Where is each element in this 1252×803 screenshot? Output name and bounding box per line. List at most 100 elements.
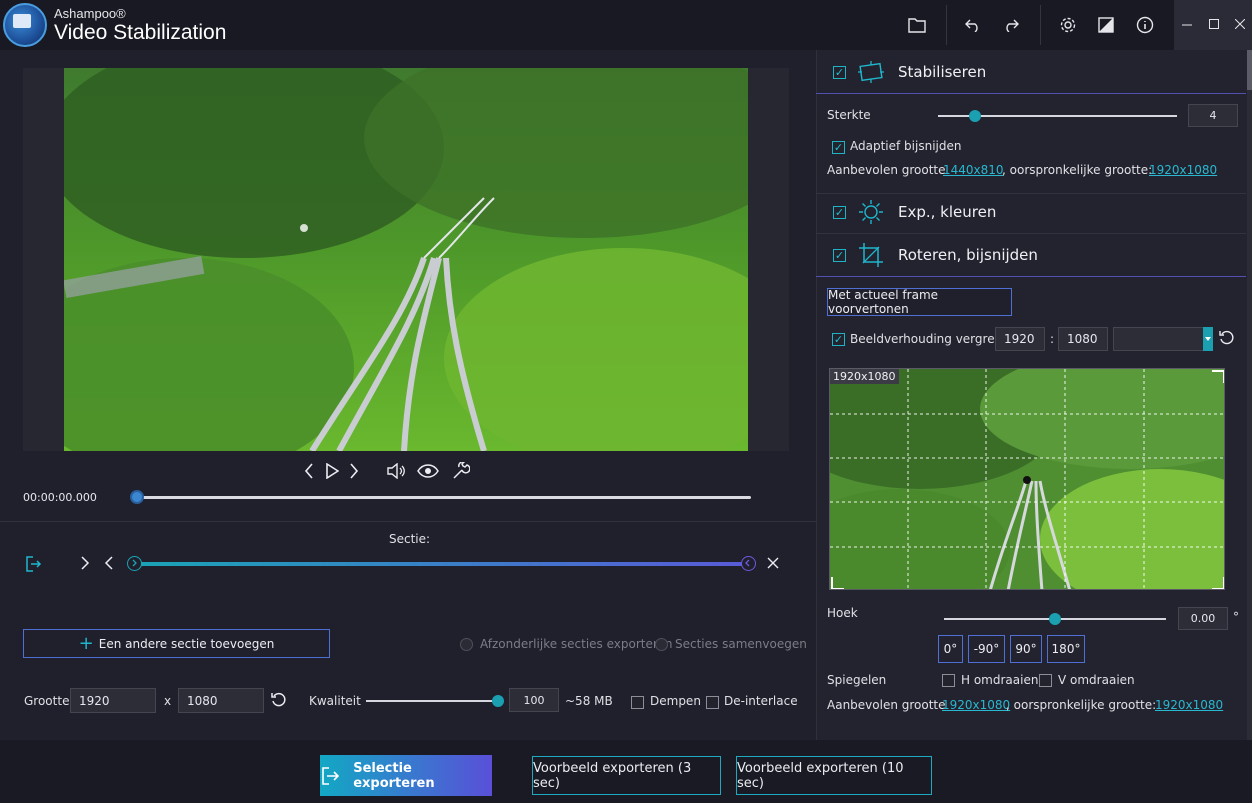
logo-frame-icon	[13, 14, 31, 28]
rotate-original-link[interactable]: 1920x1080	[1155, 698, 1223, 712]
angle-unit: °	[1233, 610, 1239, 624]
next-frame-button[interactable]	[342, 460, 366, 482]
section-divider	[816, 276, 1246, 277]
open-folder-button[interactable]	[902, 10, 932, 40]
crop-size-badge: 1920x1080	[830, 369, 899, 384]
rotate-90-button[interactable]: 90°	[1010, 635, 1042, 663]
stabilize-checkbox[interactable]: ✓	[833, 66, 846, 79]
adaptive-crop-checkbox[interactable]: ✓	[832, 141, 845, 154]
section-end-handle[interactable]	[741, 556, 756, 571]
tools-button[interactable]	[449, 460, 473, 482]
angle-slider-handle[interactable]	[1049, 613, 1061, 625]
width-input[interactable]: 1920	[70, 688, 156, 713]
panel-scrollbar[interactable]	[1247, 50, 1252, 740]
height-input[interactable]: 1080	[178, 688, 264, 713]
stabilize-title[interactable]: Stabiliseren	[898, 63, 986, 81]
divider	[0, 521, 816, 522]
section-label: Sectie:	[389, 532, 431, 546]
minimize-icon	[1182, 24, 1192, 26]
chevron-right-icon	[81, 556, 90, 570]
toolbar-separator	[1040, 5, 1041, 45]
export-section-icon	[26, 556, 42, 572]
aspect-width-input[interactable]: 1920	[995, 327, 1045, 351]
merge-sections-label: Secties samenvoegen	[675, 637, 807, 651]
reset-aspect-button[interactable]	[1218, 329, 1236, 347]
quality-slider[interactable]	[366, 700, 498, 702]
close-icon	[1235, 19, 1245, 29]
aspect-preset-select[interactable]	[1113, 327, 1213, 351]
deinterlace-checkbox[interactable]	[706, 696, 719, 709]
play-button[interactable]	[320, 460, 344, 482]
rotate-180-button[interactable]: 180°	[1047, 635, 1085, 663]
recommended-size-link[interactable]: 1440x810	[943, 163, 1004, 177]
original-size-link[interactable]: 1920x1080	[1149, 163, 1217, 177]
reset-icon	[271, 692, 286, 707]
exposure-title[interactable]: Exp., kleuren	[898, 203, 996, 221]
wrench-icon	[453, 462, 470, 479]
settings-button[interactable]	[1053, 10, 1083, 40]
preview-frame-button[interactable]: Met actueel frame voorvertonen	[827, 288, 1012, 316]
crop-preview[interactable]	[829, 368, 1225, 590]
info-button[interactable]	[1130, 10, 1160, 40]
undo-button[interactable]	[958, 10, 988, 40]
aspect-lock-checkbox[interactable]: ✓	[832, 333, 845, 346]
aspect-preset-dropdown[interactable]	[1203, 327, 1213, 351]
chevron-down-icon	[1205, 337, 1211, 341]
angle-label: Hoek	[827, 606, 858, 620]
strength-input[interactable]: 4	[1188, 104, 1238, 127]
app-title: Video Stabilization	[54, 21, 227, 44]
angle-input[interactable]: 0.00	[1178, 607, 1228, 630]
aspect-separator: :	[1050, 332, 1055, 346]
rotate-title[interactable]: Roteren, bijsnijden	[898, 246, 1038, 264]
plus-icon: +	[78, 632, 94, 654]
panel-scrollbar-thumb[interactable]	[1247, 50, 1252, 90]
rotate-0-button[interactable]: 0°	[938, 635, 963, 663]
prev-frame-button[interactable]	[297, 460, 321, 482]
app-window: Ashampoo® Video Stabilization 00:00:00.0…	[0, 0, 1252, 803]
preview-export-10sec-button[interactable]: Voorbeeld exporteren (10 sec)	[736, 756, 932, 795]
close-button[interactable]	[1230, 14, 1250, 34]
export-selection-button[interactable]: Selectie exporteren	[320, 755, 492, 796]
h-flip-checkbox[interactable]	[942, 674, 955, 687]
strength-label: Sterkte	[827, 108, 871, 122]
add-section-button[interactable]: + Een andere sectie toevoegen	[23, 629, 330, 658]
v-flip-checkbox[interactable]	[1039, 674, 1052, 687]
reset-icon	[1219, 330, 1234, 345]
rotate-checkbox[interactable]: ✓	[833, 249, 846, 262]
section-next-button[interactable]	[80, 555, 94, 573]
redo-icon	[1006, 19, 1019, 32]
remove-section-button[interactable]	[767, 557, 779, 569]
quality-input[interactable]: 100	[509, 688, 559, 712]
volume-button[interactable]	[384, 460, 408, 482]
add-section-label: Een andere sectie toevoegen	[98, 636, 275, 651]
seek-bar[interactable]	[133, 496, 751, 499]
quality-slider-handle[interactable]	[492, 695, 504, 707]
minimize-button[interactable]	[1177, 14, 1197, 34]
maximize-button[interactable]	[1204, 14, 1224, 34]
seek-handle[interactable]	[130, 490, 144, 504]
preview-toggle-button[interactable]	[416, 460, 440, 482]
theme-button[interactable]	[1091, 10, 1121, 40]
merge-sections-radio[interactable]	[655, 638, 668, 651]
mute-checkbox[interactable]	[631, 696, 644, 709]
chevron-right-icon	[132, 559, 137, 567]
rotate-minus90-button[interactable]: -90°	[968, 635, 1005, 663]
section-divider	[816, 93, 1246, 94]
strength-slider-handle[interactable]	[969, 110, 981, 122]
v-flip-label: V omdraaien	[1058, 673, 1135, 687]
redo-button[interactable]	[996, 10, 1026, 40]
reset-size-button[interactable]	[270, 691, 288, 709]
exposure-checkbox[interactable]: ✓	[833, 206, 846, 219]
section-range-track[interactable]	[133, 562, 750, 566]
maximize-icon	[1209, 19, 1219, 29]
rotate-original-label: , oorspronkelijke grootte:	[1006, 698, 1157, 712]
preview-export-3sec-button[interactable]: Voorbeeld exporteren (3 sec)	[532, 756, 721, 795]
section-divider	[816, 193, 1246, 194]
aspect-height-input[interactable]: 1080	[1058, 327, 1108, 351]
section-export-button[interactable]	[24, 555, 42, 573]
section-start-handle[interactable]	[127, 556, 142, 571]
section-prev-button[interactable]	[104, 555, 118, 573]
export-separate-radio[interactable]	[460, 638, 473, 651]
folder-icon	[908, 18, 926, 33]
rotate-recommended-link[interactable]: 1920x1080	[942, 698, 1010, 712]
